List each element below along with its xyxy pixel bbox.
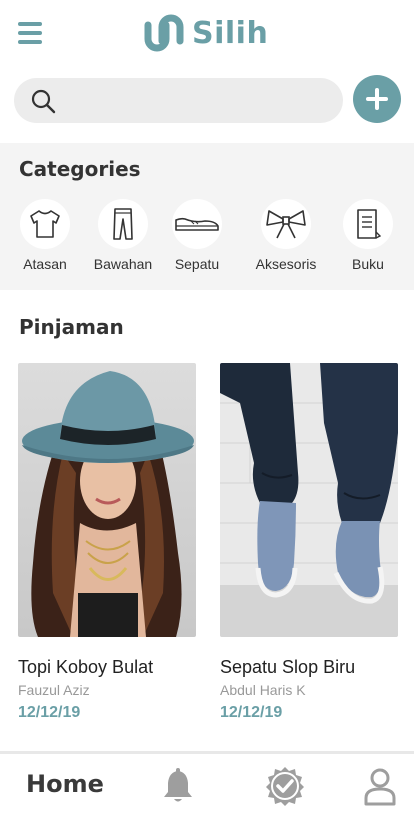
shirt-icon — [30, 210, 60, 238]
categories-section: Categories Atasan Bawahan Sepatu Aksesor… — [0, 143, 414, 290]
category-label: Sepatu — [174, 256, 220, 272]
user-icon[interactable] — [360, 766, 400, 806]
pinjaman-title: Pinjaman — [19, 315, 124, 339]
category-icon-circle — [343, 199, 393, 249]
shoe-icon — [175, 217, 219, 231]
category-bawahan[interactable]: Bawahan — [83, 199, 163, 272]
category-aksesoris[interactable]: Aksesoris — [246, 199, 326, 272]
category-icon-circle — [98, 199, 148, 249]
pants-icon — [113, 208, 133, 240]
bell-icon[interactable] — [158, 766, 198, 806]
blue-slip-on-shoes-photo — [220, 363, 398, 637]
search-row — [0, 74, 414, 126]
category-buku[interactable]: Buku — [328, 199, 408, 272]
pinjaman-section: Pinjaman Topi Koboy Bulat Fauzul Aziz 12… — [0, 290, 414, 750]
app-header: Silih — [0, 0, 414, 70]
loan-card[interactable]: Sepatu Slop Biru Abdul Haris K 12/12/19 — [220, 363, 398, 722]
app-logo: Silih — [142, 10, 268, 56]
verified-badge-icon[interactable] — [265, 766, 305, 806]
loan-card-title: Topi Koboy Bulat — [18, 657, 154, 677]
category-sepatu[interactable]: Sepatu — [157, 199, 237, 272]
category-icon-circle — [172, 199, 222, 249]
category-label: Aksesoris — [255, 256, 317, 272]
nav-home-tab[interactable]: Home — [26, 770, 104, 798]
category-icon-circle — [20, 199, 70, 249]
plus-icon — [366, 88, 388, 110]
app-name: Silih — [192, 15, 269, 51]
book-icon — [357, 209, 381, 239]
search-icon — [31, 89, 56, 114]
loan-card[interactable]: Topi Koboy Bulat Fauzul Aziz 12/12/19 — [18, 363, 196, 722]
loan-card-owner: Abdul Haris K — [220, 682, 306, 698]
loan-card-date: 12/12/19 — [220, 704, 283, 721]
logo-mark-icon — [144, 14, 184, 52]
loan-card-owner: Fauzul Aziz — [18, 682, 90, 698]
bow-icon — [266, 210, 306, 239]
bottom-navigation: Home — [0, 751, 414, 813]
loan-card-date: 12/12/19 — [18, 704, 81, 721]
hamburger-menu-icon[interactable] — [18, 22, 42, 44]
category-label: Atasan — [23, 256, 67, 272]
loan-card-title: Sepatu Slop Biru — [220, 657, 356, 677]
search-input[interactable] — [66, 84, 326, 117]
category-icon-circle — [261, 199, 311, 249]
categories-title: Categories — [19, 157, 141, 181]
add-item-button[interactable] — [353, 75, 401, 123]
category-label: Buku — [352, 256, 384, 272]
category-label: Bawahan — [93, 256, 153, 272]
search-bar[interactable] — [14, 78, 343, 123]
woman-hat-photo — [18, 363, 196, 637]
category-atasan[interactable]: Atasan — [5, 199, 85, 272]
